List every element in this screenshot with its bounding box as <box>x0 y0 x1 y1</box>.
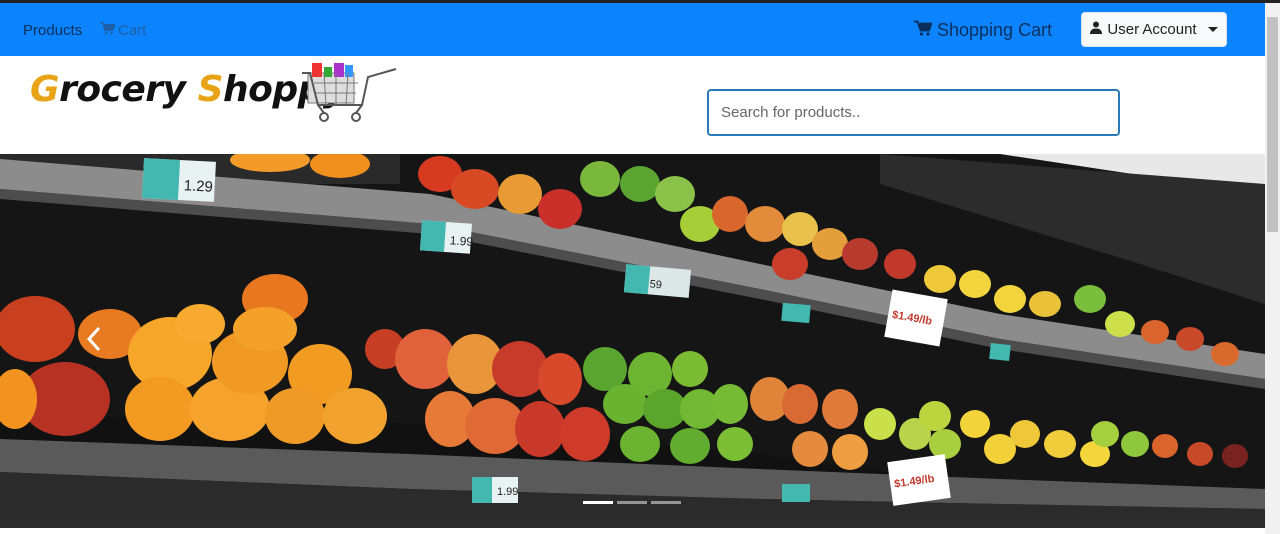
page-scrollbar[interactable] <box>1265 3 1280 534</box>
user-account-dropdown[interactable]: User Account <box>1081 12 1227 47</box>
carousel-indicator-1[interactable] <box>583 501 613 504</box>
page-bottom-area <box>0 528 1265 534</box>
caret-down-icon <box>1207 27 1218 32</box>
price-tag-1: 1.29 <box>183 177 213 196</box>
carousel-indicator-3[interactable] <box>651 501 681 504</box>
scrollbar-thumb[interactable] <box>1267 17 1278 232</box>
carousel-prev-arrow[interactable] <box>86 326 106 356</box>
logo-initial-s: S <box>197 69 224 110</box>
produce-shelf-image: 1.29 1.99 59 1.99 $1.49/lb $1.49/lb <box>0 154 1265 528</box>
product-search-input[interactable] <box>707 89 1120 136</box>
logo-initial-g: G <box>30 69 60 110</box>
site-header: Grocery Shoppy <box>0 56 1265 154</box>
carousel-indicators <box>583 501 681 504</box>
carousel-indicator-2[interactable] <box>617 501 647 504</box>
top-navbar: Products Cart Shopping Cart User Account <box>0 3 1265 56</box>
user-icon <box>1090 21 1103 38</box>
price-tag-2: 1.99 <box>449 233 474 249</box>
shopping-cart-link[interactable]: Shopping Cart <box>914 20 1052 41</box>
hero-carousel: 1.29 1.99 59 1.99 $1.49/lb $1.49/lb <box>0 154 1265 528</box>
price-tag-4: 1.99 <box>497 486 518 498</box>
shopping-cart-icon <box>914 20 933 41</box>
site-logo[interactable]: Grocery Shoppy <box>30 69 346 110</box>
nav-cart-link[interactable]: Cart <box>100 22 146 39</box>
shopping-cart-logo-icon <box>300 59 398 138</box>
cart-icon <box>100 22 116 39</box>
user-account-label: User Account <box>1107 21 1197 38</box>
shopping-cart-label: Shopping Cart <box>937 20 1053 40</box>
logo-text-rocery: rocery <box>59 69 198 110</box>
nav-products-link[interactable]: Products <box>23 22 82 39</box>
price-tag-3: 59 <box>649 278 662 291</box>
nav-cart-label: Cart <box>118 22 147 39</box>
